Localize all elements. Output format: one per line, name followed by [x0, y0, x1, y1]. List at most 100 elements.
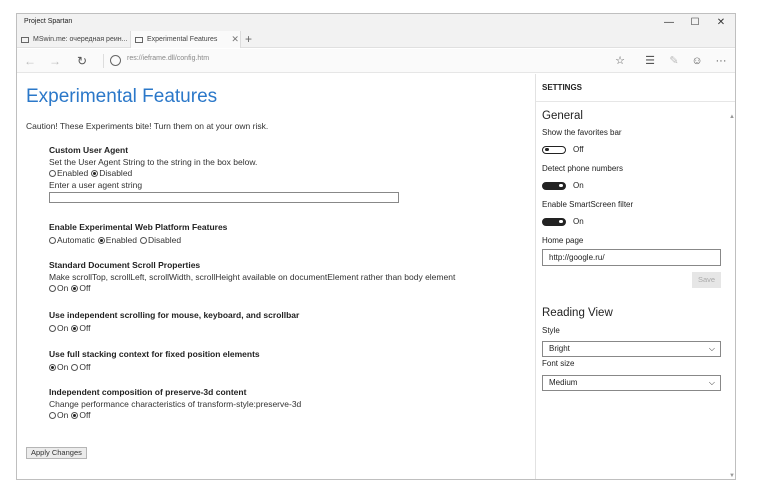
- radio-button[interactable]: [71, 411, 79, 419]
- refresh-button[interactable]: ↻: [72, 49, 92, 73]
- phone-numbers-label: Detect phone numbers: [542, 164, 623, 173]
- font-size-selected-value: Medium: [549, 378, 578, 387]
- toggle-knob: [545, 148, 549, 151]
- radio-label: Off: [79, 410, 91, 420]
- page-title: Experimental Features: [26, 86, 218, 107]
- address-separator: [103, 54, 104, 68]
- page-content: Experimental Features Caution! These Exp…: [17, 74, 535, 479]
- section-title: Custom User Agent: [49, 145, 129, 155]
- reading-view-heading: Reading View: [542, 307, 613, 319]
- radio-button[interactable]: [49, 363, 56, 371]
- maximize-button[interactable]: ☐: [683, 14, 707, 31]
- radio-button[interactable]: [91, 169, 99, 177]
- scroll-up-icon[interactable]: ▲: [729, 114, 735, 120]
- radio-off[interactable]: Off: [71, 362, 91, 372]
- radio-label: Disabled: [148, 235, 182, 245]
- radio-enabled[interactable]: Enabled: [97, 235, 137, 245]
- radio-button[interactable]: [71, 284, 79, 292]
- favorites-bar-state: Off: [573, 145, 584, 154]
- favorite-star-icon[interactable]: ☆: [610, 49, 630, 73]
- tab-strip: MSwin.me: очередная реин... Experimental…: [17, 31, 735, 48]
- home-page-label: Home page: [542, 236, 584, 245]
- radio-on[interactable]: On: [49, 410, 68, 420]
- radio-button[interactable]: [140, 236, 147, 244]
- radio-automatic[interactable]: Automatic: [49, 235, 95, 245]
- web-note-icon[interactable]: ✎: [664, 49, 684, 73]
- settings-header: SETTINGS: [542, 83, 583, 92]
- phone-numbers-toggle[interactable]: [542, 182, 566, 190]
- radio-label: On: [57, 283, 69, 293]
- settings-divider: [536, 101, 735, 102]
- radio-disabled[interactable]: Disabled: [140, 235, 181, 245]
- section-full-stacking-context: Use full stacking context for fixed posi…: [49, 349, 260, 372]
- radio-button[interactable]: [49, 284, 56, 292]
- favorites-bar-label: Show the favorites bar: [542, 128, 622, 137]
- user-agent-input[interactable]: [49, 192, 399, 203]
- style-selected-value: Bright: [549, 344, 570, 353]
- phone-numbers-state: On: [573, 181, 584, 190]
- chevron-down-icon: ⌵: [708, 344, 715, 353]
- section-preserve-3d: Independent composition of preserve-3d c…: [49, 387, 301, 420]
- radio-on[interactable]: On: [49, 283, 68, 293]
- radio-button[interactable]: [71, 324, 79, 332]
- radio-label: On: [57, 410, 69, 420]
- section-title: Use full stacking context for fixed posi…: [49, 349, 260, 359]
- settings-pane: SETTINGS ▲ General Show the favorites ba…: [535, 74, 735, 479]
- radio-button[interactable]: [49, 169, 56, 177]
- radio-off[interactable]: Off: [71, 323, 91, 333]
- tab-label: Experimental Features: [147, 36, 218, 43]
- new-tab-button[interactable]: +: [245, 31, 252, 48]
- back-button[interactable]: ←: [20, 49, 40, 73]
- caution-text: Caution! These Experiments bite! Turn th…: [26, 121, 269, 131]
- address-bar[interactable]: res://ieframe.dll/config.htm: [127, 55, 209, 62]
- radio-enabled[interactable]: Enabled: [49, 168, 88, 178]
- radio-on[interactable]: On: [49, 323, 68, 333]
- radio-on[interactable]: On: [49, 362, 68, 372]
- more-actions-icon[interactable]: ···: [711, 49, 731, 73]
- radio-button[interactable]: [49, 411, 56, 419]
- radio-label: Enabled: [57, 168, 89, 178]
- radio-disabled[interactable]: Disabled: [91, 168, 132, 178]
- tab-mswin[interactable]: MSwin.me: очередная реин...: [17, 31, 130, 48]
- window-title: Project Spartan: [24, 18, 73, 25]
- radio-label: On: [57, 323, 69, 333]
- forward-button[interactable]: →: [45, 49, 65, 73]
- radio-off[interactable]: Off: [71, 410, 91, 420]
- style-select[interactable]: Bright ⌵: [542, 341, 721, 357]
- scroll-down-icon[interactable]: ▼: [729, 473, 735, 479]
- favorites-bar-toggle[interactable]: [542, 146, 566, 154]
- radio-group: Automatic Enabled Disabled: [49, 235, 227, 245]
- save-button[interactable]: Save: [692, 272, 721, 288]
- smartscreen-toggle[interactable]: [542, 218, 566, 226]
- toggle-knob: [559, 184, 563, 187]
- radio-button[interactable]: [49, 236, 56, 244]
- minimize-button[interactable]: —: [657, 14, 681, 31]
- apply-changes-button[interactable]: Apply Changes: [26, 447, 87, 459]
- section-description: Change performance characteristics of tr…: [49, 399, 302, 409]
- smartscreen-state: On: [573, 217, 584, 226]
- home-page-input[interactable]: http://google.ru/: [542, 249, 721, 266]
- radio-off[interactable]: Off: [71, 283, 91, 293]
- radio-label: Automatic: [57, 235, 95, 245]
- radio-group: On Off: [49, 323, 299, 333]
- feedback-smiley-icon[interactable]: ☺: [687, 49, 707, 73]
- close-tab-icon[interactable]: ✕: [231, 34, 239, 45]
- radio-label: On: [57, 362, 69, 372]
- radio-button[interactable]: [97, 236, 105, 244]
- tab-page-icon: [21, 36, 29, 43]
- hub-icon[interactable]: ☰: [640, 49, 660, 73]
- tab-experimental-features[interactable]: Experimental Features ✕: [130, 31, 241, 48]
- section-independent-scrolling: Use independent scrolling for mouse, key…: [49, 310, 299, 333]
- radio-label: Off: [79, 323, 91, 333]
- radio-group: On Off: [49, 362, 260, 372]
- radio-button[interactable]: [49, 324, 56, 332]
- style-label: Style: [542, 326, 560, 335]
- toggle-knob: [559, 220, 563, 223]
- input-label: Enter a user agent string: [49, 180, 143, 190]
- section-title: Standard Document Scroll Properties: [49, 260, 201, 270]
- radio-button[interactable]: [71, 363, 79, 371]
- close-window-button[interactable]: ✕: [709, 14, 733, 31]
- globe-icon: [110, 55, 121, 66]
- radio-group: On Off: [49, 283, 455, 293]
- font-size-select[interactable]: Medium ⌵: [542, 375, 721, 391]
